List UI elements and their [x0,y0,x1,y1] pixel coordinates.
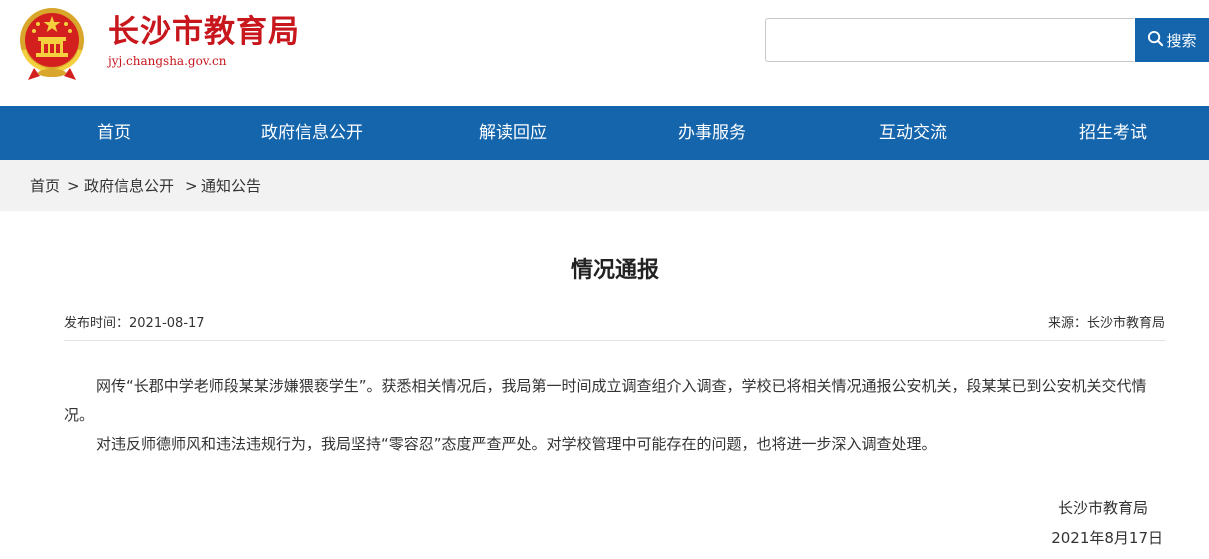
site-title[interactable]: 长沙市教育局 [108,6,300,51]
publish-time: 发布时间：2021-08-17 [64,316,205,331]
nav-item-enrollment[interactable]: 招生考试 [1079,106,1147,160]
site-header: 长沙市教育局 jyj.changsha.gov.cn 搜索 [0,0,1209,106]
nav-item-services[interactable]: 办事服务 [678,106,746,160]
signature: 长沙市教育局 [1057,499,1148,517]
article-body: 网传“长郡中学老师段某某涉嫌猥亵学生”。获悉相关情况后，我局第一时间成立调查组介… [64,372,1166,459]
search-button-label: 搜索 [1166,31,1197,50]
breadcrumb-separator: > [185,177,198,195]
nav-item-home[interactable]: 首页 [97,106,131,160]
signature-date: 2021年8月17日 [1051,529,1163,547]
breadcrumb-notices[interactable]: 通知公告 [201,160,261,211]
search-icon [1147,30,1164,51]
nav-item-interpretation[interactable]: 解读回应 [479,106,547,160]
article-source: 来源：长沙市教育局 [1047,316,1165,331]
article-paragraph: 网传“长郡中学老师段某某涉嫌猥亵学生”。获悉相关情况后，我局第一时间成立调查组介… [64,377,1147,424]
breadcrumb-gov-info[interactable]: 政府信息公开 [84,160,174,211]
breadcrumb: 首页 > 政府信息公开 > 通知公告 [0,160,1209,211]
article-paragraph: 对违反师德师风和违法违规行为，我局坚持“零容忍”态度严查严处。对学校管理中可能存… [96,435,937,453]
search-input[interactable] [765,18,1134,62]
breadcrumb-separator: > [67,177,80,195]
main-nav: 首页 政府信息公开 解读回应 办事服务 互动交流 招生考试 [0,106,1209,160]
nav-item-gov-info[interactable]: 政府信息公开 [261,106,363,160]
search-button[interactable]: 搜索 [1135,18,1209,62]
national-emblem-icon [14,4,90,82]
site-domain: jyj.changsha.gov.cn [108,54,227,68]
nav-item-interaction[interactable]: 互动交流 [879,106,947,160]
search-bar: 搜索 [765,18,1209,62]
article-title: 情况通报 [570,258,659,283]
breadcrumb-home[interactable]: 首页 [30,160,60,211]
meta-divider [64,340,1166,341]
